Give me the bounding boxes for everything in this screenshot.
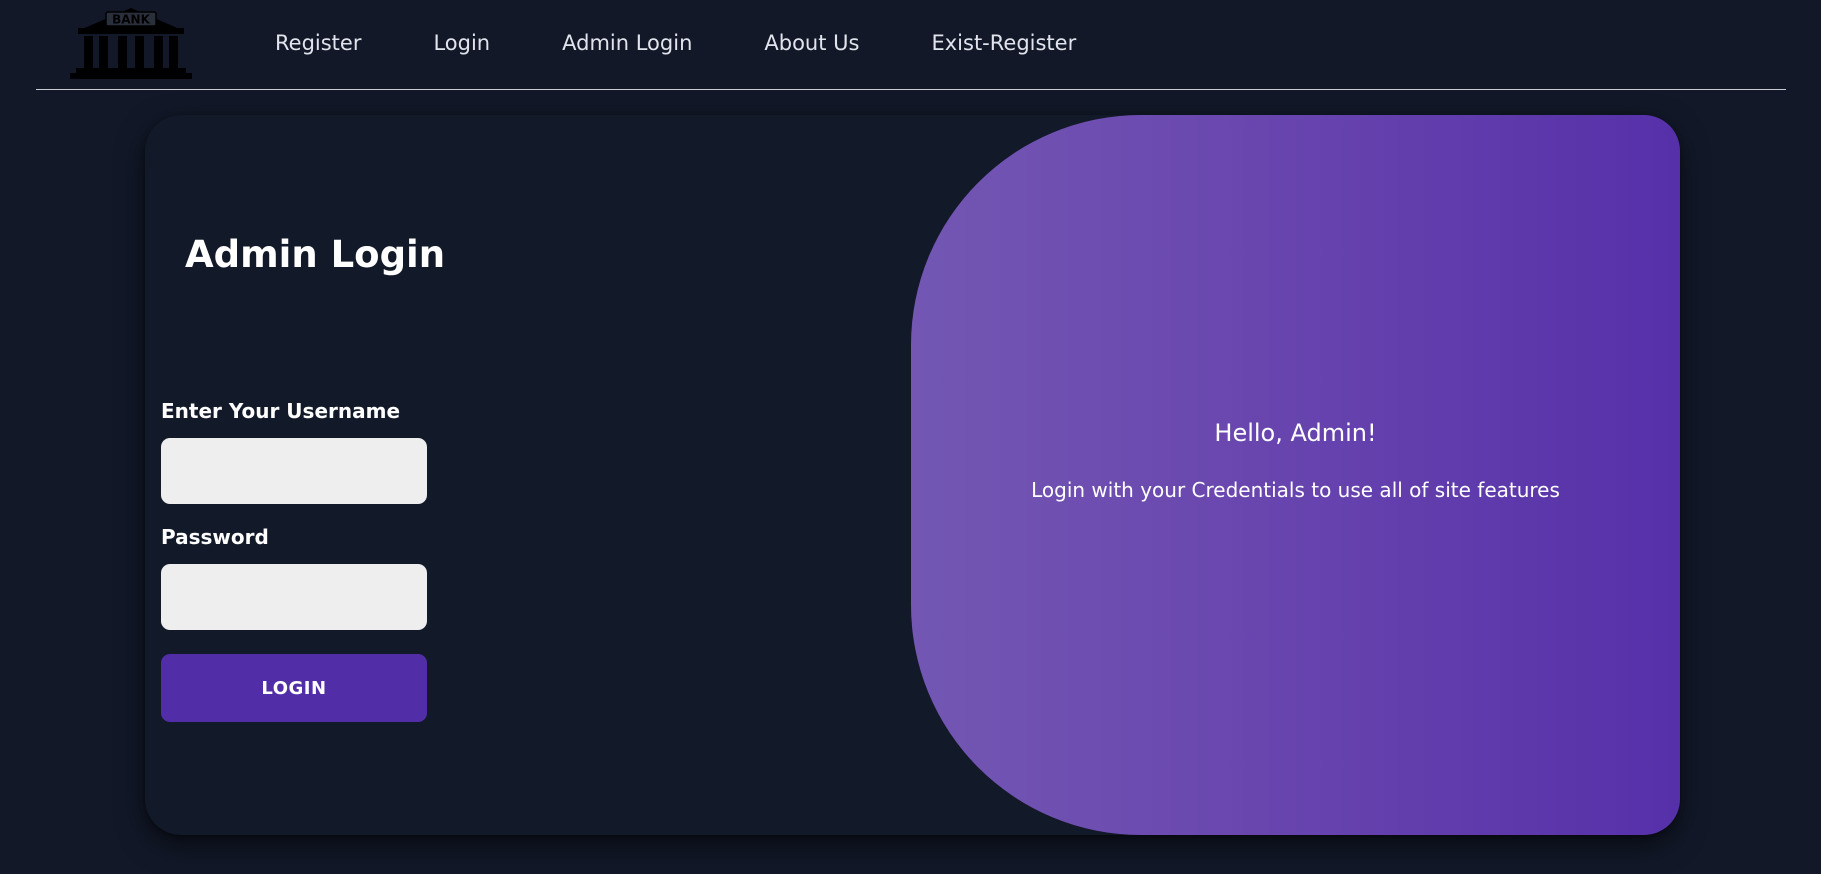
page: BANK Register Login Admin Login About Us… bbox=[0, 0, 1821, 874]
form-title: Admin Login bbox=[185, 233, 446, 276]
nav-register-link[interactable]: Register bbox=[275, 27, 361, 59]
nav-exist-register-link[interactable]: Exist-Register bbox=[931, 27, 1076, 59]
password-input[interactable] bbox=[161, 564, 427, 630]
bank-logo[interactable]: BANK bbox=[68, 6, 194, 80]
svg-text:BANK: BANK bbox=[112, 13, 150, 27]
username-label: Enter Your Username bbox=[161, 399, 401, 423]
password-label: Password bbox=[161, 525, 269, 549]
username-input[interactable] bbox=[161, 438, 427, 504]
top-navbar: BANK Register Login Admin Login About Us… bbox=[0, 0, 1821, 90]
header-divider bbox=[36, 89, 1786, 90]
nav-about-us-link[interactable]: About Us bbox=[764, 27, 859, 59]
panel-message: Login with your Credentials to use all o… bbox=[1031, 478, 1560, 502]
welcome-panel: Hello, Admin! Login with your Credential… bbox=[911, 115, 1680, 835]
nav-login-link[interactable]: Login bbox=[433, 27, 490, 59]
nav-admin-login-link[interactable]: Admin Login bbox=[562, 27, 692, 59]
main-nav: Register Login Admin Login About Us Exis… bbox=[275, 27, 1076, 59]
panel-greeting: Hello, Admin! bbox=[1214, 419, 1377, 447]
login-button[interactable]: LOGIN bbox=[161, 654, 427, 722]
bank-building-icon: BANK bbox=[70, 8, 192, 79]
